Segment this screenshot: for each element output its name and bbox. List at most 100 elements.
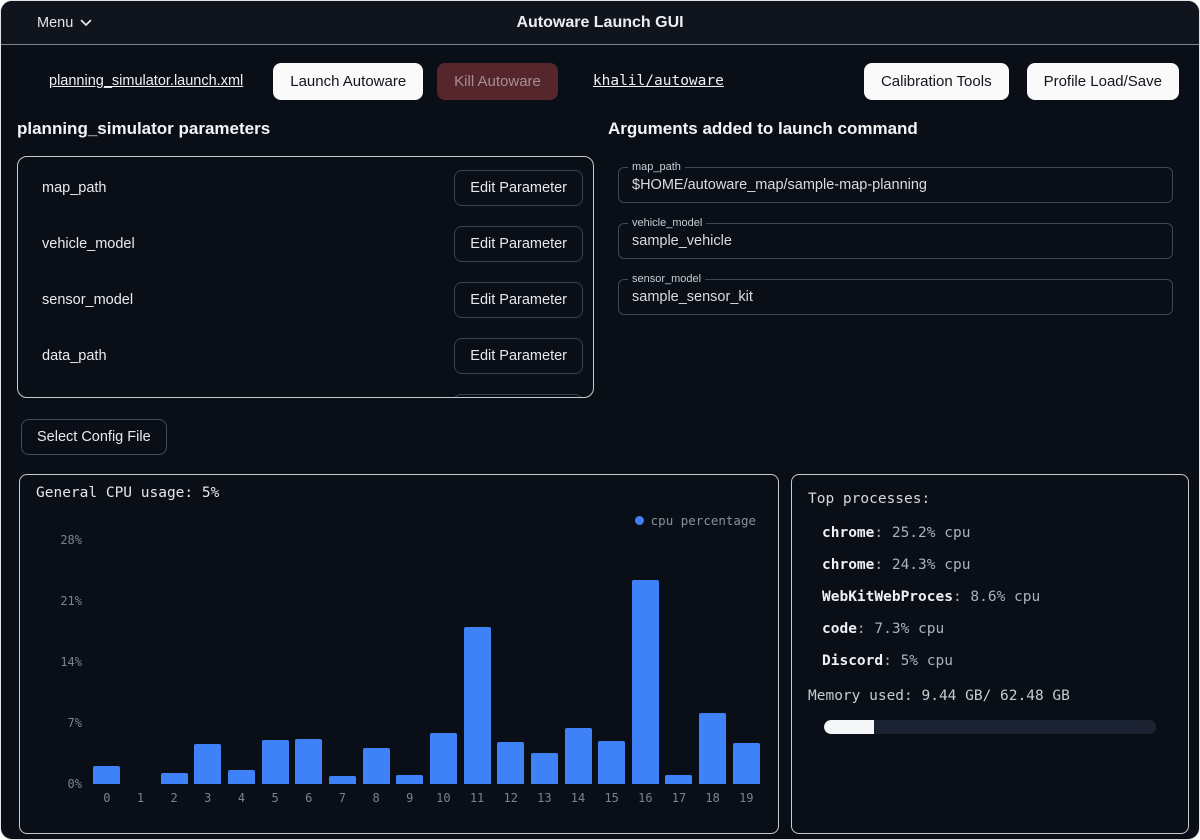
process-row: chrome: 25.2% cpu — [822, 517, 1172, 549]
x-axis-tick-label: 14 — [561, 791, 595, 805]
app-title: Autoware Launch GUI — [1, 14, 1199, 32]
x-axis-tick-label: 8 — [359, 791, 393, 805]
legend-dot-icon — [635, 516, 644, 525]
bar-slot — [662, 540, 696, 784]
x-axis-tick-label: 7 — [326, 791, 360, 805]
bar-slot — [561, 540, 595, 784]
cpu-bar — [733, 743, 760, 784]
x-axis-tick-label: 6 — [292, 791, 326, 805]
cpu-bar — [531, 753, 558, 784]
cpu-bar — [363, 748, 390, 784]
cpu-bar — [295, 739, 322, 784]
top-processes-panel: Top processes: chrome: 25.2% cpu chrome:… — [791, 474, 1189, 834]
parameter-label: sensor_model — [42, 292, 133, 308]
process-stat: : 8.6% cpu — [953, 589, 1040, 605]
x-axis-tick-label: 2 — [157, 791, 191, 805]
menu-button[interactable]: Menu — [37, 15, 92, 31]
cpu-bar — [598, 741, 625, 784]
chart-legend: cpu percentage — [635, 513, 756, 528]
launch-file-link[interactable]: planning_simulator.launch.xml — [49, 73, 243, 89]
bar-slot — [326, 540, 360, 784]
parameter-row: data_path Edit Parameter — [18, 328, 593, 384]
kill-autoware-button[interactable]: Kill Autoware — [437, 63, 558, 100]
process-stat: : 25.2% cpu — [874, 525, 970, 541]
toolbar: planning_simulator.launch.xml Launch Aut… — [1, 45, 1199, 117]
bar-slot — [124, 540, 158, 784]
arguments-heading: Arguments added to launch command — [608, 119, 918, 139]
parameter-row: sensor_model Edit Parameter — [18, 272, 593, 328]
parameter-row: map_path Edit Parameter — [18, 160, 593, 216]
cpu-bar — [665, 775, 692, 784]
app-window: Menu Autoware Launch GUI planning_simula… — [0, 0, 1200, 840]
process-row: WebKitWebProces: 8.6% cpu — [822, 581, 1172, 613]
cpu-bar — [565, 728, 592, 784]
bar-slot — [629, 540, 663, 784]
cpu-bar — [497, 742, 524, 784]
edit-parameter-button-clipped[interactable] — [453, 394, 583, 398]
bar-slot — [595, 540, 629, 784]
process-name: code — [822, 621, 857, 637]
bar-slot — [494, 540, 528, 784]
bars — [90, 540, 763, 784]
x-axis-tick-label: 12 — [494, 791, 528, 805]
cpu-bar — [329, 776, 356, 784]
bar-slot — [157, 540, 191, 784]
bar-slot — [225, 540, 259, 784]
process-stat: : 7.3% cpu — [857, 621, 944, 637]
bar-slot — [460, 540, 494, 784]
repo-link[interactable]: khalil/autoware — [593, 73, 724, 89]
parameter-list: map_path Edit Parameter vehicle_model Ed… — [18, 160, 593, 384]
process-stat: : 5% cpu — [883, 653, 953, 669]
y-axis-tick-label: 14% — [42, 655, 82, 669]
bar-slot — [696, 540, 730, 784]
top-menu-bar: Menu Autoware Launch GUI — [1, 1, 1199, 45]
argument-field-label: sensor_model — [628, 273, 705, 286]
argument-fields: map_path vehicle_model sensor_model — [618, 167, 1173, 315]
process-name: Discord — [822, 653, 883, 669]
x-axis-tick-label: 4 — [225, 791, 259, 805]
memory-used-label: Memory used: 9.44 GB/ 62.48 GB — [808, 688, 1172, 704]
process-stat: : 24.3% cpu — [874, 557, 970, 573]
y-axis-tick-label: 28% — [42, 533, 82, 547]
bar-slot — [258, 540, 292, 784]
argument-field: sensor_model — [618, 279, 1173, 315]
select-config-file-button[interactable]: Select Config File — [21, 419, 167, 455]
argument-field-label: vehicle_model — [628, 217, 706, 230]
process-list: chrome: 25.2% cpu chrome: 24.3% cpu WebK… — [808, 517, 1172, 677]
launch-autoware-button[interactable]: Launch Autoware — [273, 63, 423, 100]
parameters-heading: planning_simulator parameters — [17, 119, 270, 139]
x-axis-tick-label: 0 — [90, 791, 124, 805]
process-name: chrome — [822, 557, 874, 573]
x-axis-tick-label: 10 — [427, 791, 461, 805]
bar-slot — [528, 540, 562, 784]
argument-field-input[interactable] — [619, 168, 1172, 202]
cpu-bar-chart: 0%7%14%21%28% 01234567891011121314151617… — [90, 540, 763, 784]
y-axis-tick-label: 0% — [42, 777, 82, 791]
process-row: Discord: 5% cpu — [822, 645, 1172, 677]
cpu-usage-panel: General CPU usage: 5% cpu percentage 0%7… — [19, 474, 779, 834]
cpu-bar — [194, 744, 221, 784]
x-axis-tick-label: 9 — [393, 791, 427, 805]
cpu-usage-title: General CPU usage: 5% — [36, 485, 219, 501]
y-axis-tick-label: 21% — [42, 594, 82, 608]
edit-parameter-button[interactable]: Edit Parameter — [454, 282, 583, 318]
cpu-bar — [93, 766, 120, 784]
memory-progress-bar — [824, 720, 1156, 734]
argument-field: map_path — [618, 167, 1173, 203]
profile-load-save-button[interactable]: Profile Load/Save — [1027, 63, 1179, 100]
cpu-bar — [396, 775, 423, 784]
cpu-bar — [632, 580, 659, 784]
edit-parameter-button[interactable]: Edit Parameter — [454, 338, 583, 374]
x-axis-tick-label: 19 — [729, 791, 763, 805]
menu-button-label: Menu — [37, 15, 73, 31]
bar-slot — [427, 540, 461, 784]
process-row: chrome: 24.3% cpu — [822, 549, 1172, 581]
x-axis-tick-label: 17 — [662, 791, 696, 805]
edit-parameter-button[interactable]: Edit Parameter — [454, 226, 583, 262]
parameters-panel: map_path Edit Parameter vehicle_model Ed… — [17, 156, 594, 398]
process-name: chrome — [822, 525, 874, 541]
bar-slot — [90, 540, 124, 784]
cpu-bar — [464, 627, 491, 784]
calibration-tools-button[interactable]: Calibration Tools — [864, 63, 1009, 100]
edit-parameter-button[interactable]: Edit Parameter — [454, 170, 583, 206]
